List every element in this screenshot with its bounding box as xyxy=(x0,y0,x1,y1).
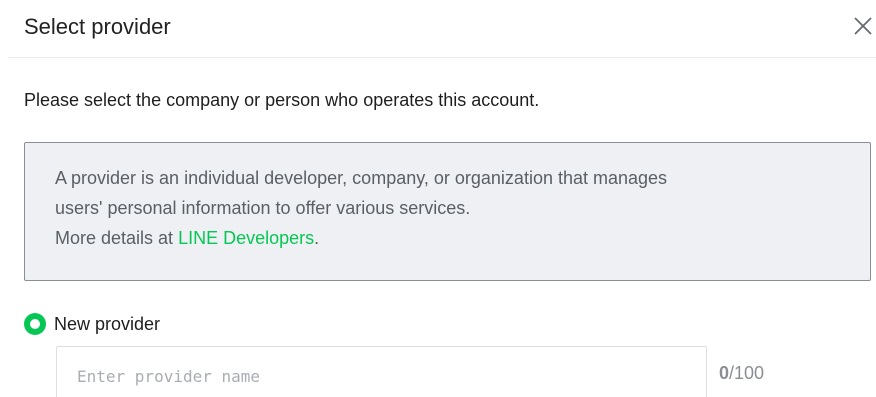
new-provider-label: New provider xyxy=(54,313,161,334)
info-line-3: More details at LINE Developers. xyxy=(55,223,840,253)
character-count-max: /100 xyxy=(729,363,765,383)
dialog-description: Please select the company or person who … xyxy=(24,90,540,110)
dialog-title: Select provider xyxy=(24,14,171,39)
info-line-2: users' personal information to offer var… xyxy=(55,198,471,218)
character-count-current: 0 xyxy=(719,363,730,383)
info-details-prefix: More details at xyxy=(55,228,179,248)
provider-name-input[interactable] xyxy=(56,346,707,397)
close-icon[interactable] xyxy=(850,13,876,39)
provider-info-box: A provider is an individual developer, c… xyxy=(24,142,871,281)
new-provider-option[interactable]: New provider xyxy=(24,312,160,336)
dialog-header: Select provider xyxy=(8,0,876,58)
character-counter: 0/100 xyxy=(719,363,764,384)
info-details-suffix: . xyxy=(314,228,320,248)
close-icon-glyph xyxy=(854,17,872,35)
info-line-1: A provider is an individual developer, c… xyxy=(55,168,668,188)
select-provider-dialog: Select provider Please select the compan… xyxy=(0,0,876,397)
line-developers-link[interactable]: LINE Developers xyxy=(178,228,314,248)
new-provider-radio[interactable] xyxy=(24,313,46,335)
